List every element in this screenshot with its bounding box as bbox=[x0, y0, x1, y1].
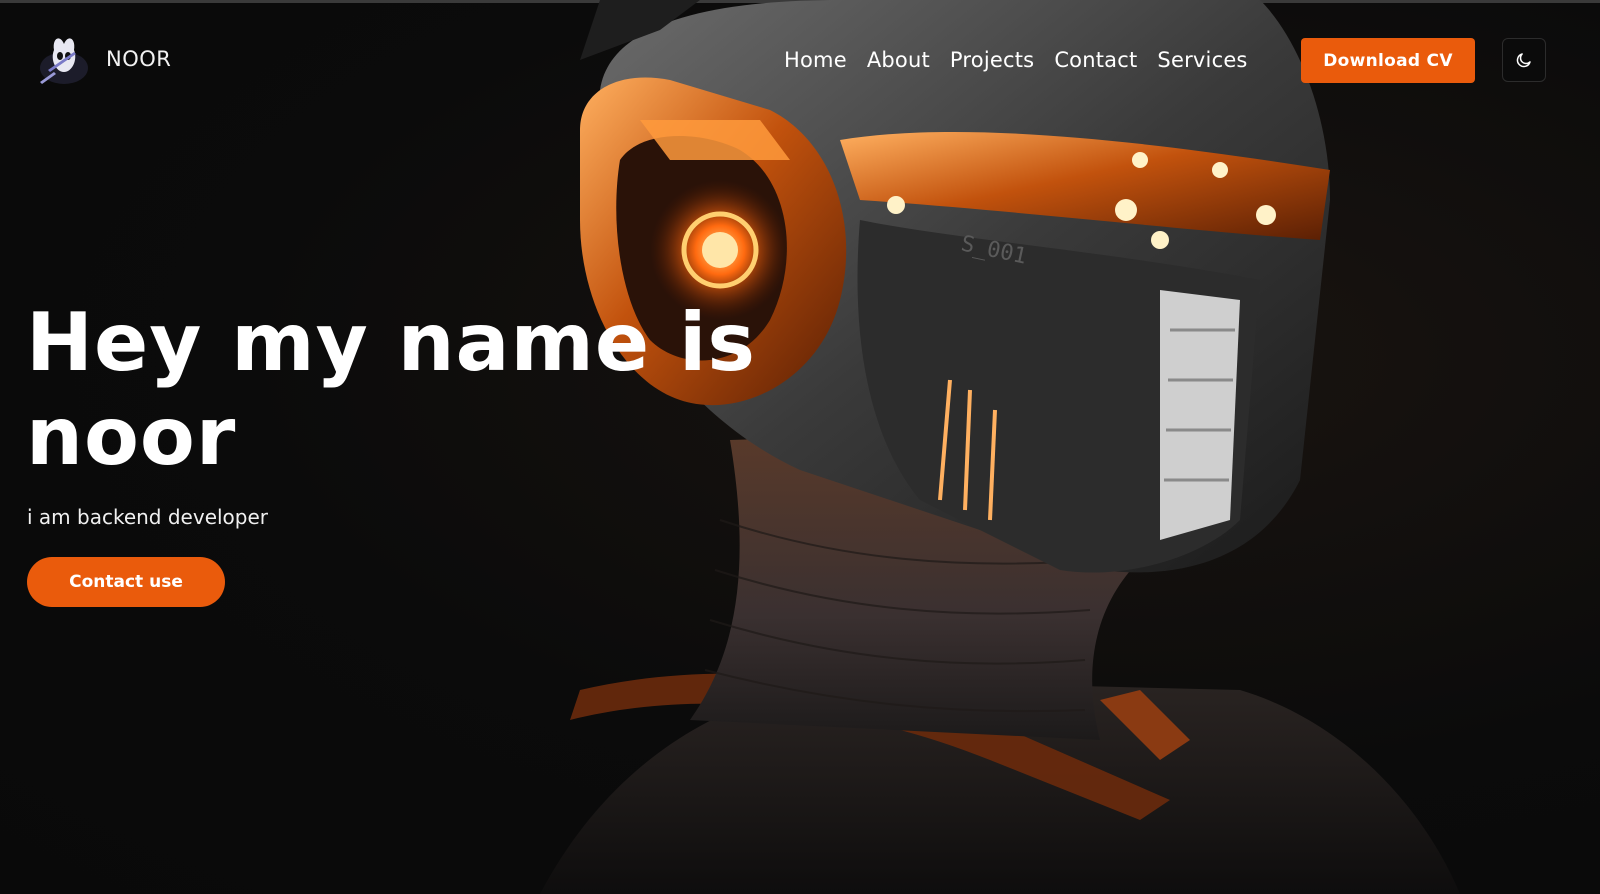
main-nav: Home About Projects Contact Services bbox=[784, 44, 1248, 76]
site-header: NOOR Home About Projects Contact Service… bbox=[0, 0, 1600, 120]
brand[interactable]: NOOR bbox=[34, 30, 171, 88]
nav-contact[interactable]: Contact bbox=[1054, 44, 1137, 76]
hero-title: Hey my name is noor bbox=[26, 296, 757, 483]
hero-subtitle: i am backend developer bbox=[27, 505, 269, 529]
nav-home[interactable]: Home bbox=[784, 44, 847, 76]
nav-projects[interactable]: Projects bbox=[950, 44, 1034, 76]
page: S_001 NOOR Home About Projects Contact S… bbox=[0, 0, 1600, 894]
theme-toggle-button[interactable] bbox=[1502, 38, 1546, 82]
moon-icon bbox=[1516, 53, 1531, 68]
nav-services[interactable]: Services bbox=[1157, 44, 1247, 76]
knight-helmet-icon bbox=[40, 38, 88, 84]
contact-button[interactable]: Contact use bbox=[27, 557, 225, 607]
brand-name: NOOR bbox=[106, 47, 172, 71]
download-cv-button[interactable]: Download CV bbox=[1301, 38, 1475, 83]
nav-about[interactable]: About bbox=[867, 44, 930, 76]
